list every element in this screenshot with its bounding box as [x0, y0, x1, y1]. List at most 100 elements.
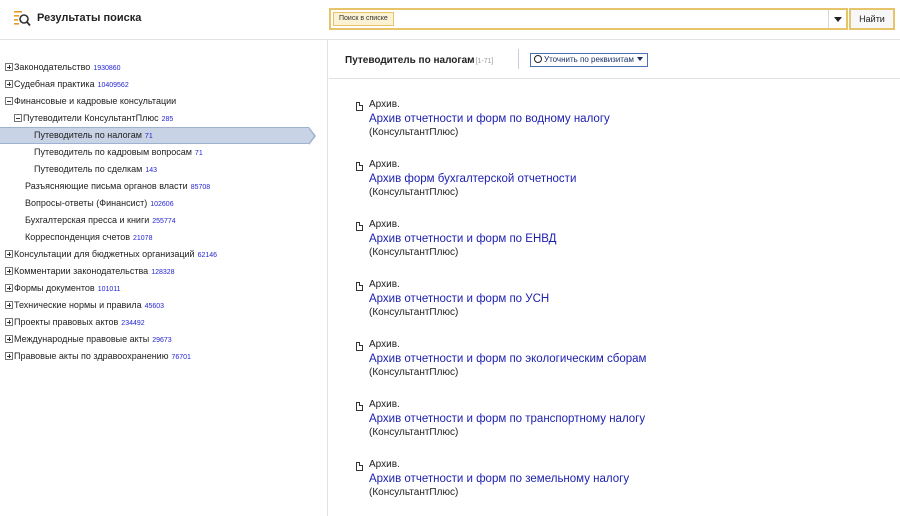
chevron-down-icon [834, 17, 842, 22]
tree-item-count: 71 [194, 150, 203, 157]
tree-item-count: 76701 [171, 354, 191, 361]
search-scope-chip[interactable]: Поиск в списке [333, 12, 394, 26]
collapse-icon[interactable] [5, 97, 13, 105]
document-link[interactable]: Архив форм бухгалтерской отчетности [369, 173, 576, 185]
tree-item[interactable]: Путеводитель по налогам 71 [0, 127, 316, 145]
document-prefix: Архив. [369, 99, 400, 110]
tree-item[interactable]: Бухгалтерская пресса и книги 255774 [0, 212, 176, 229]
expand-icon[interactable] [5, 250, 13, 258]
tree-item-label: Международные правовые акты [14, 334, 150, 344]
document-icon [356, 462, 363, 471]
tree-item-count: 143 [145, 167, 158, 174]
search-input[interactable] [399, 11, 819, 27]
expand-icon[interactable] [5, 63, 13, 71]
tree-item[interactable]: Проекты правовых актов 234492 [0, 314, 145, 331]
document-link[interactable]: Архив отчетности и форм по экологическим… [369, 353, 646, 365]
tree-item-label: Судебная практика [14, 79, 95, 89]
tree-item[interactable]: Технические нормы и правила 45603 [0, 297, 164, 314]
expand-icon[interactable] [5, 335, 13, 343]
tree-item-count: 10409562 [97, 82, 129, 89]
header: Результаты поиска Поиск в списке Найти [0, 0, 900, 40]
tree-item-label: Комментарии законодательства [14, 266, 149, 276]
document-link[interactable]: Архив отчетности и форм по транспортному… [369, 413, 645, 425]
document-prefix: Архив. [369, 399, 400, 410]
tree-item[interactable]: Правовые акты по здравоохранению 76701 [0, 348, 191, 365]
tree-item[interactable]: Законодательство 1930860 [0, 59, 121, 76]
expand-icon[interactable] [5, 352, 13, 360]
tree-item-label: Проекты правовых актов [14, 317, 119, 327]
tree-item-label: Путеводители КонсультантПлюс [23, 113, 159, 123]
tree-item-label: Путеводитель по сделкам [34, 164, 143, 174]
tree-item[interactable]: Путеводители КонсультантПлюс 285 [0, 110, 173, 127]
expand-icon[interactable] [5, 284, 13, 292]
expand-icon[interactable] [5, 318, 13, 326]
tree-item-label: Финансовые и кадровые консультации [14, 96, 177, 106]
tree-item[interactable]: Формы документов 101011 [0, 280, 121, 297]
tree-item[interactable]: Путеводитель по кадровым вопросам 71 [0, 144, 203, 161]
document-prefix: Архив. [369, 279, 400, 290]
search-icon [534, 55, 542, 63]
tree-item-label: Законодательство [14, 62, 91, 72]
document-source: (КонсультантПлюс) [369, 487, 459, 498]
document-icon [356, 222, 363, 231]
tree-item[interactable]: Консультации для бюджетных организаций 62… [0, 246, 217, 263]
document-item: Архив. Архив отчетности и форм по экологи… [329, 339, 900, 399]
expand-icon[interactable] [5, 301, 13, 309]
divider [518, 49, 519, 69]
document-item: Архив. Архив отчетности и форм по транспо… [329, 399, 900, 459]
tree-item-count: 62146 [197, 252, 218, 259]
document-item: Архив. Архив отчетности и форм по ЕНВД (Ко… [329, 219, 900, 279]
results-title: Путеводитель по налогам[1-71] [345, 55, 493, 66]
document-item: Архив. Архив форм бухгалтерской отчетност… [329, 159, 900, 219]
category-tree: Законодательство 1930860 Судебная практика… [0, 40, 328, 516]
tree-item-count: 255774 [152, 218, 176, 225]
selection-arrow [308, 127, 316, 145]
results-title-text: Путеводитель по налогам [345, 55, 475, 66]
document-item: Архив. Архив отчетности и форм по водному… [329, 99, 900, 159]
tree-item[interactable]: Вопросы-ответы (Финансист) 102606 [0, 195, 174, 212]
search-button[interactable]: Найти [849, 8, 895, 30]
tree-item-count: 1930860 [93, 65, 121, 72]
refine-by-attributes-button[interactable]: Уточнить по реквизитам [530, 53, 648, 67]
document-source: (КонсультантПлюс) [369, 367, 459, 378]
tree-item-label: Формы документов [14, 283, 95, 293]
tree-item-label: Консультации для бюджетных организаций [14, 249, 195, 259]
document-link[interactable]: Архив отчетности и форм по земельному на… [369, 473, 629, 485]
document-prefix: Архив. [369, 459, 400, 470]
document-link[interactable]: Архив отчетности и форм по водному налог… [369, 113, 610, 125]
refine-label: Уточнить по реквизитам [544, 55, 634, 64]
document-icon [356, 162, 363, 171]
tree-item[interactable]: Финансовые и кадровые консультации [0, 93, 176, 110]
tree-item-label: Вопросы-ответы (Финансист) [25, 198, 148, 208]
chevron-down-icon [636, 57, 643, 61]
expand-icon[interactable] [5, 80, 13, 88]
collapse-icon[interactable] [14, 114, 22, 122]
expand-icon[interactable] [5, 267, 13, 275]
document-icon [356, 342, 363, 351]
document-icon [356, 282, 363, 291]
document-item: Архив. Архив отчетности и форм по УСН (Кон… [329, 279, 900, 339]
document-prefix: Архив. [369, 219, 400, 230]
results-header: Путеводитель по налогам[1-71] Уточнить п… [329, 40, 900, 79]
tree-item[interactable]: Разъясняющие письма органов власти 85708 [0, 178, 210, 195]
document-link[interactable]: Архив отчетности и форм по ЕНВД [369, 233, 556, 245]
tree-item[interactable]: Корреспонденция счетов 21078 [0, 229, 152, 246]
tree-item[interactable]: Международные правовые акты 29673 [0, 331, 172, 348]
tree-item-count: 128328 [151, 269, 175, 276]
tree-item-count: 285 [161, 116, 174, 123]
tree-item-count: 85708 [190, 184, 211, 191]
tree-item-count: 234492 [121, 320, 145, 327]
results-panel: Путеводитель по налогам[1-71] Уточнить п… [329, 40, 900, 516]
tree-item-label: Бухгалтерская пресса и книги [25, 215, 150, 225]
tree-item[interactable]: Путеводитель по сделкам 143 [0, 161, 157, 178]
tree-item-label: Технические нормы и правила [14, 300, 142, 310]
tree-item-label: Правовые акты по здравоохранению [14, 351, 169, 361]
tree-item[interactable]: Судебная практика 10409562 [0, 76, 129, 93]
tree-item-count: 29673 [152, 337, 172, 344]
search-results-icon [14, 11, 31, 27]
document-link[interactable]: Архив отчетности и форм по УСН [369, 293, 549, 305]
document-icon [356, 402, 363, 411]
tree-item[interactable]: Комментарии законодательства 128328 [0, 263, 175, 280]
tree-item-label: Разъясняющие письма органов власти [25, 181, 188, 191]
search-history-dropdown[interactable] [828, 10, 846, 28]
